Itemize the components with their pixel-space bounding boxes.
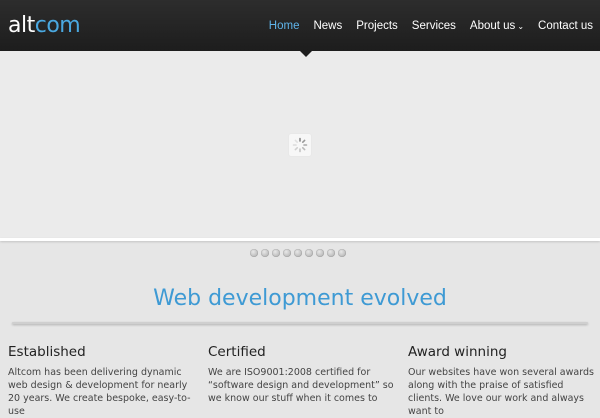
logo-part-com: com <box>34 13 81 38</box>
nav-news[interactable]: News <box>313 20 342 32</box>
navbar: altcom Home News Projects Services About… <box>0 0 600 51</box>
logo-part-alt: alt <box>8 13 35 38</box>
feature-text: Altcom has been delivering dynamic web d… <box>8 367 191 417</box>
feature-text: Our websites have won several awards alo… <box>408 367 594 417</box>
slider-dot[interactable] <box>250 249 258 257</box>
nav-about-us-label: About us <box>469 19 516 32</box>
slider-divider <box>0 238 600 241</box>
main-nav: Home News Projects Services About us ⌄ Co… <box>262 0 600 51</box>
feature-award-winning: Award winning Our websites have won seve… <box>408 344 598 418</box>
slider-dot[interactable] <box>338 249 346 257</box>
page-headline: Web development evolved <box>153 286 447 311</box>
nav-projects[interactable]: Projects <box>356 20 398 32</box>
slider-dot[interactable] <box>327 249 335 257</box>
logo[interactable]: altcom <box>8 13 81 38</box>
feature-title: Established <box>8 344 86 360</box>
loading-spinner-icon <box>289 134 311 156</box>
chevron-down-icon: ⌄ <box>517 21 525 31</box>
slider-pagination <box>250 249 349 257</box>
feature-title: Award winning <box>408 344 507 360</box>
feature-established: Established Altcom has been delivering d… <box>8 344 198 418</box>
nav-services[interactable]: Services <box>412 20 456 32</box>
nav-active-pointer <box>300 51 312 57</box>
slider-dot[interactable] <box>283 249 291 257</box>
nav-home[interactable]: Home <box>269 20 300 32</box>
section-divider <box>12 322 588 324</box>
feature-title: Certified <box>208 344 266 360</box>
feature-text: We are ISO9001:2008 certified for “softw… <box>208 367 394 404</box>
nav-about-us[interactable]: About us ⌄ <box>470 20 524 32</box>
slider-dot[interactable] <box>272 249 280 257</box>
slider-dot[interactable] <box>294 249 302 257</box>
slider-dot[interactable] <box>316 249 324 257</box>
nav-contact-us[interactable]: Contact us <box>538 20 593 32</box>
slider-dot[interactable] <box>261 249 269 257</box>
feature-certified: Certified We are ISO9001:2008 certified … <box>208 344 398 405</box>
slider-dot[interactable] <box>305 249 313 257</box>
